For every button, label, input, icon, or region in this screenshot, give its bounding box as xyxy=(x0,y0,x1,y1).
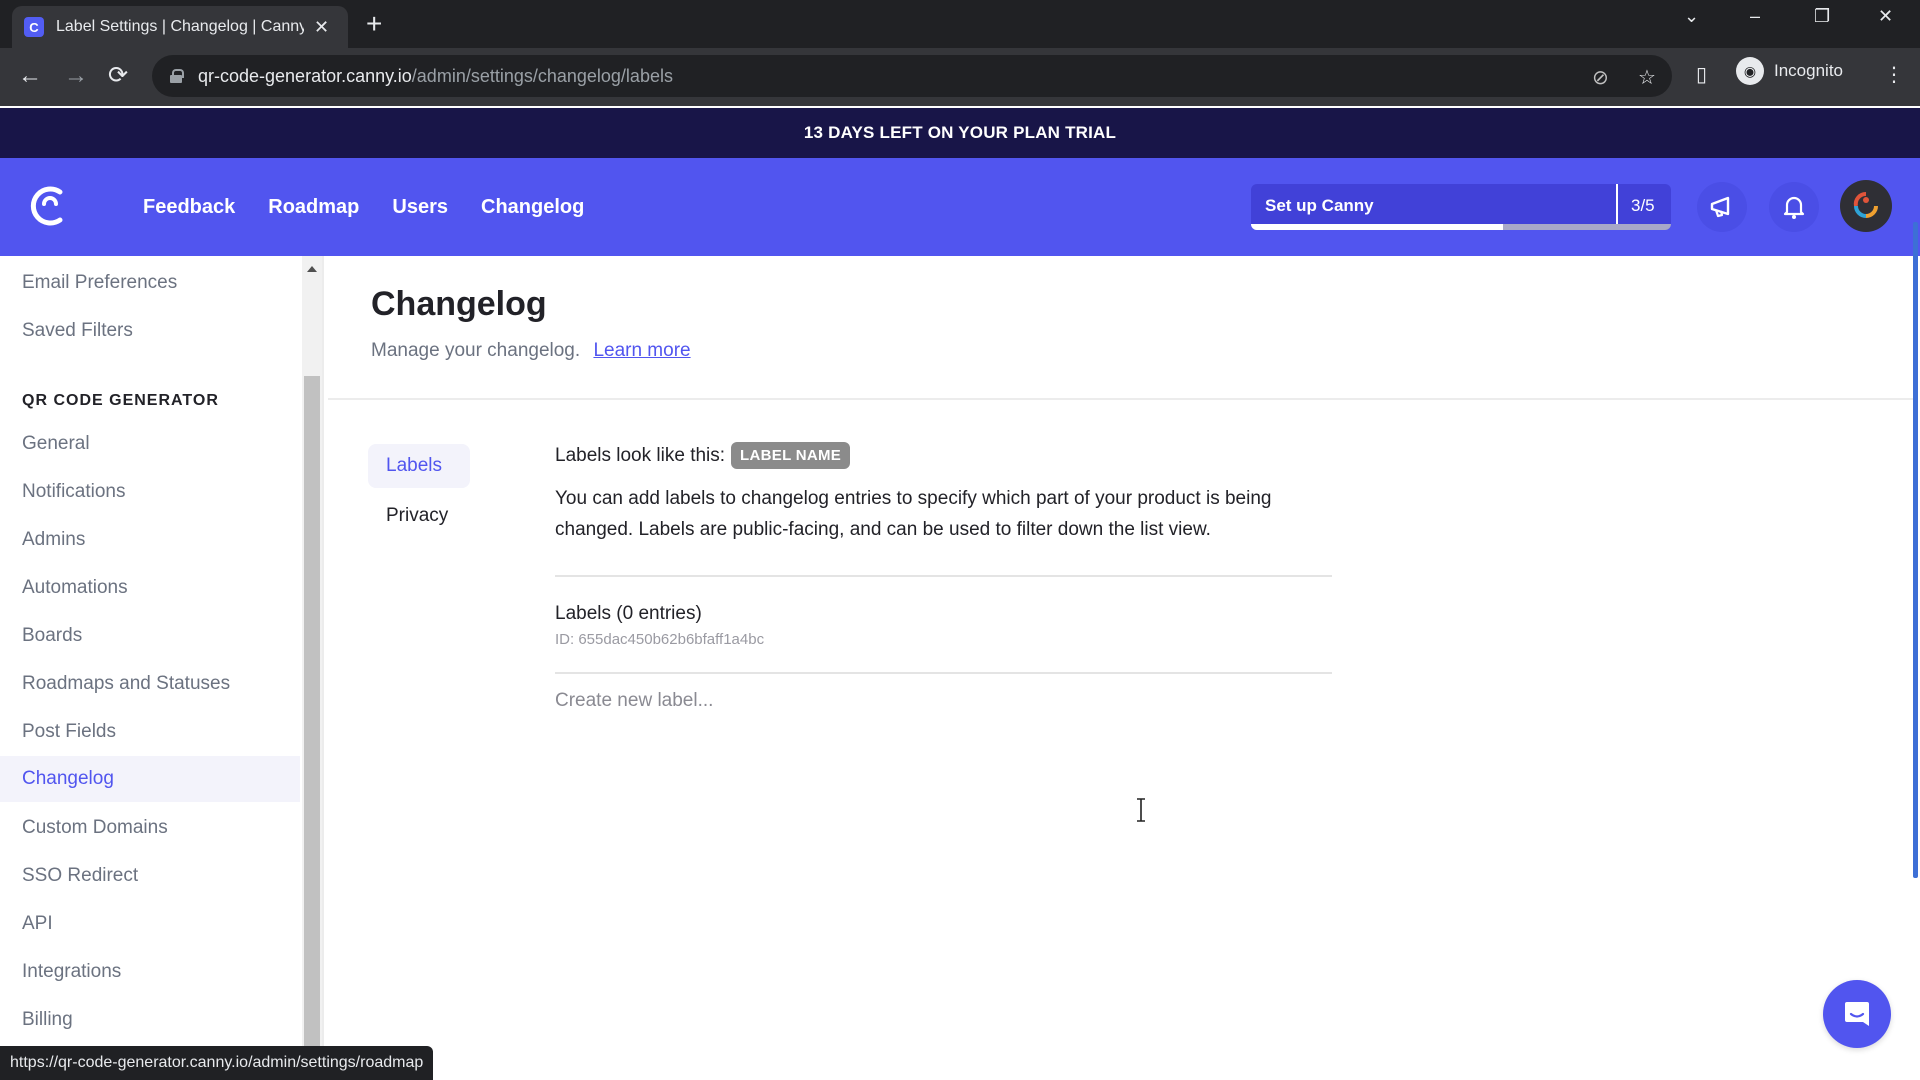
sidebar-item-automations[interactable]: Automations xyxy=(0,565,300,611)
sidebar-item-saved-filters[interactable]: Saved Filters xyxy=(0,308,300,354)
main-nav: Feedback Roadmap Users Changelog xyxy=(143,158,617,256)
setup-count: 3/5 xyxy=(1631,196,1655,215)
sidebar-item-email-preferences[interactable]: Email Preferences xyxy=(0,260,300,306)
label-preview-badge: LABEL NAME xyxy=(731,442,851,469)
lock-icon xyxy=(170,69,184,83)
bookmark-star-icon[interactable]: ☆ xyxy=(1638,65,1656,90)
incognito-label: Incognito xyxy=(1774,61,1843,80)
canny-favicon-icon: C xyxy=(24,17,44,37)
sidebar-scrollbar[interactable] xyxy=(302,256,322,1080)
setup-label: Set up Canny xyxy=(1265,196,1374,215)
create-label-row xyxy=(555,690,1335,712)
tab-title: Label Settings | Changelog | Canny xyxy=(56,18,304,35)
labels-list-id: ID: 655dac450b62b6bfaff1a4bc xyxy=(555,631,765,648)
sidebar-item-roadmaps-and-statuses[interactable]: Roadmaps and Statuses xyxy=(0,661,300,707)
close-window-icon[interactable]: ✕ xyxy=(1878,6,1893,27)
setup-progress-fill xyxy=(1251,224,1503,230)
canny-logo-icon[interactable] xyxy=(30,184,68,228)
trial-banner[interactable]: 13 DAYS LEFT ON YOUR PLAN TRIAL xyxy=(0,108,1920,158)
sidebar-item-general[interactable]: General xyxy=(0,421,300,467)
sidebar-item-api[interactable]: API xyxy=(0,901,300,947)
nav-changelog[interactable]: Changelog xyxy=(481,196,584,219)
sidebar-item-billing[interactable]: Billing xyxy=(0,997,300,1043)
app-header: Feedback Roadmap Users Changelog Set up … xyxy=(0,158,1920,256)
incognito-icon: ◉ xyxy=(1736,57,1764,85)
nav-feedback[interactable]: Feedback xyxy=(143,196,235,219)
nav-roadmap[interactable]: Roadmap xyxy=(268,196,359,219)
chat-icon xyxy=(1845,1002,1869,1026)
text-cursor-icon xyxy=(1137,798,1145,822)
reload-icon[interactable]: ⟳ xyxy=(108,62,128,90)
browser-tab-strip: C Label Settings | Changelog | Canny ✕ +… xyxy=(0,0,1920,48)
label-preview-row: Labels look like this: LABEL NAME xyxy=(555,442,1335,469)
megaphone-icon xyxy=(1710,196,1730,218)
settings-sidebar: Email Preferences Saved Filters QR CODE … xyxy=(0,256,302,1080)
sidebar-section-heading: QR CODE GENERATOR xyxy=(22,392,219,409)
nav-users[interactable]: Users xyxy=(392,196,448,219)
address-bar[interactable]: qr-code-generator.canny.io /admin/settin… xyxy=(152,55,1672,97)
browser-toolbar: ← → ⟳ qr-code-generator.canny.io /admin/… xyxy=(0,48,1920,106)
announcements-button[interactable] xyxy=(1697,182,1747,232)
browser-tab[interactable]: C Label Settings | Changelog | Canny ✕ xyxy=(12,6,348,48)
labels-panel: Labels look like this: LABEL NAME You ca… xyxy=(555,442,1335,712)
browser-menu-icon[interactable]: ⋮ xyxy=(1884,62,1904,87)
avatar-logo-icon xyxy=(1853,192,1878,218)
user-avatar[interactable] xyxy=(1840,180,1892,232)
create-label-input[interactable] xyxy=(555,690,1315,712)
main-content: Changelog Manage your changelog. Learn m… xyxy=(324,256,1914,1080)
header-divider xyxy=(328,398,1914,400)
bell-icon xyxy=(1783,196,1805,219)
scroll-up-arrow-icon[interactable] xyxy=(307,266,317,272)
eye-off-icon[interactable]: ⊘ xyxy=(1592,65,1609,90)
sidebar-item-post-fields[interactable]: Post Fields xyxy=(0,709,300,755)
incognito-indicator[interactable]: ◉ Incognito xyxy=(1736,54,1843,88)
sidebar-item-custom-domains[interactable]: Custom Domains xyxy=(0,805,300,851)
setup-canny-button[interactable]: Set up Canny 3/5 xyxy=(1251,184,1671,230)
minimize-icon[interactable]: – xyxy=(1750,6,1760,27)
link-status-bar: https://qr-code-generator.canny.io/admin… xyxy=(0,1046,434,1080)
sidebar-item-boards[interactable]: Boards xyxy=(0,613,300,659)
close-tab-icon[interactable]: ✕ xyxy=(314,17,329,38)
subtitle-text: Manage your changelog. xyxy=(371,340,581,361)
page-subtitle: Manage your changelog. Learn more xyxy=(371,340,691,362)
new-tab-button[interactable]: + xyxy=(366,8,382,40)
support-chat-button[interactable] xyxy=(1823,980,1891,1048)
sidebar-item-integrations[interactable]: Integrations xyxy=(0,949,300,995)
sidebar-item-notifications[interactable]: Notifications xyxy=(0,469,300,515)
url-path: /admin/settings/changelog/labels xyxy=(411,65,673,86)
labels-description: You can add labels to changelog entries … xyxy=(555,488,1272,540)
restore-icon[interactable]: ❐ xyxy=(1814,6,1830,27)
side-panel-icon[interactable]: ▯ xyxy=(1696,62,1707,87)
sidebar-item-admins[interactable]: Admins xyxy=(0,517,300,563)
subnav-labels[interactable]: Labels xyxy=(368,444,470,488)
subnav-privacy[interactable]: Privacy xyxy=(368,494,470,538)
sidebar-scroll-thumb[interactable] xyxy=(304,376,320,1080)
back-icon[interactable]: ← xyxy=(18,62,42,90)
forward-icon[interactable]: → xyxy=(64,62,88,90)
tab-search-icon[interactable]: ⌄ xyxy=(1684,6,1699,27)
page-scrollbar[interactable] xyxy=(1913,222,1918,878)
url-host: qr-code-generator.canny.io xyxy=(198,65,412,86)
notifications-button[interactable] xyxy=(1769,182,1819,232)
page-title: Changelog xyxy=(371,285,547,323)
labels-list-header: Labels (0 entries) ID: 655dac450b62b6bfa… xyxy=(555,603,1335,648)
label-preview-text: Labels look like this: xyxy=(555,444,726,466)
sidebar-item-sso-redirect[interactable]: SSO Redirect xyxy=(0,853,300,899)
learn-more-link[interactable]: Learn more xyxy=(593,340,690,361)
list-divider xyxy=(555,672,1332,674)
setup-divider xyxy=(1616,184,1618,224)
labels-count-title: Labels (0 entries) xyxy=(555,603,702,624)
section-divider xyxy=(555,575,1332,577)
sidebar-item-changelog[interactable]: Changelog xyxy=(0,756,300,802)
